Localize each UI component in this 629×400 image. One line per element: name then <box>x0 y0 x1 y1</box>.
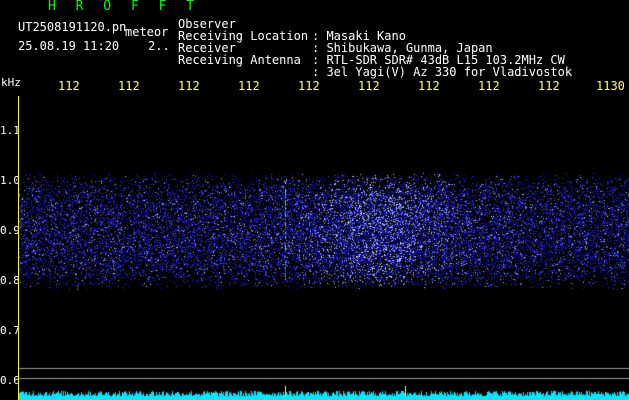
info-row-antenna: Receiving Antenna : 3el Yagi(V) Az 330 f… <box>178 42 572 78</box>
time-tick: 1130 <box>596 79 625 93</box>
timestamp: 25.08.19 11:20 2.. <box>18 39 170 53</box>
spectrogram <box>19 96 629 400</box>
time-tick: 112 <box>58 79 80 93</box>
freq-tick-label: 0.8 <box>0 274 20 287</box>
freq-tick-label: 1.1 <box>0 124 20 137</box>
time-tick: 112 <box>178 79 200 93</box>
time-tick: 112 <box>298 79 320 93</box>
time-tick: 112 <box>418 79 440 93</box>
info-row-location: Receiving Location : Shibukawa, Gunma, J… <box>178 18 493 54</box>
freq-tick-label: 0.7 <box>0 324 20 337</box>
info-row-receiver: Receiver : RTL-SDR SDR# 43dB L15 103.2MH… <box>178 30 565 66</box>
time-tick: 112 <box>358 79 380 93</box>
time-tick: 112 <box>118 79 140 93</box>
time-axis: 112 112 112 112 112 112 112 112 112 1130 <box>0 80 629 94</box>
info-label: Receiving Antenna <box>178 53 301 67</box>
info-row-observer: Observer : Masaki Kano <box>178 6 406 42</box>
freq-tick-label: 1.0 <box>0 174 20 187</box>
freq-axis: 1.1 1.0 0.9 0.8 0.7 0.6 <box>0 96 20 400</box>
freq-tick-label: 0.9 <box>0 224 20 237</box>
time-tick: 112 <box>538 79 560 93</box>
info-value: : 3el Yagi(V) Az 330 for Vladivostok <box>312 65 573 79</box>
event-kind: meteor <box>125 25 169 39</box>
station-info: Observer : Masaki Kano Receiving Locatio… <box>178 6 572 78</box>
time-tick: 112 <box>478 79 500 93</box>
image-filename: UT2508191120.pn <box>18 20 127 34</box>
freq-tick-label: 0.6 <box>0 374 20 387</box>
time-tick: 112 <box>238 79 260 93</box>
